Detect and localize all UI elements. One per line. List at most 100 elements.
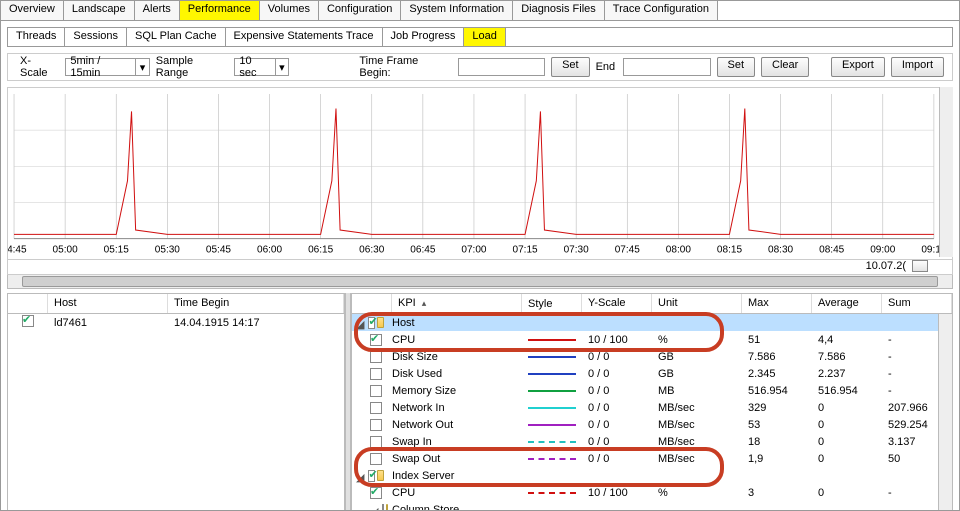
kpi-max: 7.586: [742, 350, 812, 364]
col-unit[interactable]: Unit: [652, 294, 742, 313]
main-tab-configuration[interactable]: Configuration: [319, 1, 401, 20]
sub-tab-sessions[interactable]: Sessions: [65, 28, 127, 46]
kpi-table-header: KPI▴ Style Y-Scale Unit Max Average Sum: [352, 294, 952, 314]
kpi-max: 18: [742, 435, 812, 449]
xscale-value: 5min / 15min: [66, 55, 135, 79]
kpi-unit: %: [652, 333, 742, 347]
host-row-time: 14.04.1915 14:17: [168, 316, 344, 330]
kpi-row[interactable]: Disk Used0 / 0GB2.3452.237-: [352, 365, 952, 382]
main-tab-performance[interactable]: Performance: [180, 1, 260, 20]
kpi-name: CPU: [392, 486, 522, 500]
kpi-row[interactable]: Disk Size0 / 0GB7.5867.586-: [352, 348, 952, 365]
kpi-row[interactable]: CPU10 / 100%514,4-: [352, 331, 952, 348]
svg-text:06:15: 06:15: [308, 245, 334, 256]
kpi-checkbox[interactable]: [370, 419, 382, 431]
kpi-checkbox[interactable]: [370, 351, 382, 363]
kpi-unit: [652, 475, 742, 477]
export-button[interactable]: Export: [831, 57, 885, 77]
clear-button[interactable]: Clear: [761, 57, 809, 77]
kpi-row[interactable]: Swap In0 / 0MB/sec1803.137: [352, 433, 952, 450]
svg-text:08:45: 08:45: [819, 245, 845, 256]
kpi-group-row[interactable]: ◢Index Server: [352, 467, 952, 484]
kpi-row[interactable]: Network In0 / 0MB/sec3290207.966: [352, 399, 952, 416]
kpi-name: Swap Out: [392, 452, 522, 466]
svg-text:05:15: 05:15: [104, 245, 130, 256]
main-tab-diagnosis-files[interactable]: Diagnosis Files: [513, 1, 605, 20]
sub-tab-expensive-statements-trace[interactable]: Expensive Statements Trace: [226, 28, 383, 46]
col-max[interactable]: Max: [742, 294, 812, 313]
svg-text:07:30: 07:30: [564, 245, 590, 256]
kpi-unit: MB/sec: [652, 452, 742, 466]
kpi-checkbox[interactable]: [370, 402, 382, 414]
svg-text:09:00: 09:00: [870, 245, 896, 256]
host-row[interactable]: ld7461 14.04.1915 14:17: [8, 314, 344, 331]
kpi-checkbox[interactable]: [370, 436, 382, 448]
kpi-row[interactable]: CPU10 / 100%30-: [352, 484, 952, 501]
time-frame-end-input[interactable]: [623, 58, 710, 76]
col-host[interactable]: Host: [48, 294, 168, 313]
kpi-checkbox[interactable]: [370, 368, 382, 380]
xscale-dropdown[interactable]: 5min / 15min ▾: [65, 58, 149, 76]
set-end-button[interactable]: Set: [717, 57, 756, 77]
kpi-name: Host: [392, 316, 522, 330]
kpi-name: Column Store: [392, 503, 522, 511]
kpi-row[interactable]: Network Out0 / 0MB/sec530529.254: [352, 416, 952, 433]
kpi-style-swatch: [522, 322, 582, 324]
main-tab-system-information[interactable]: System Information: [401, 1, 513, 20]
kpi-checkbox[interactable]: [370, 385, 382, 397]
svg-text:08:15: 08:15: [717, 245, 743, 256]
kpi-average: 0: [812, 452, 882, 466]
kpi-style-swatch: [522, 457, 582, 461]
sub-tab-threads[interactable]: Threads: [8, 28, 65, 46]
col-yscale[interactable]: Y-Scale: [582, 294, 652, 313]
kpi-yscale: 0 / 0: [582, 367, 652, 381]
kpi-checkbox[interactable]: [370, 487, 382, 499]
kpi-checkbox[interactable]: [368, 317, 374, 329]
main-tab-trace-configuration[interactable]: Trace Configuration: [605, 1, 718, 20]
col-sum[interactable]: Sum: [882, 294, 952, 313]
kpi-table-pane: KPI▴ Style Y-Scale Unit Max Average Sum …: [351, 293, 953, 511]
svg-text:05:45: 05:45: [206, 245, 232, 256]
col-style[interactable]: Style: [522, 294, 582, 313]
kpi-group-row[interactable]: ◢ Host: [352, 314, 952, 331]
kpi-max: 53: [742, 418, 812, 432]
chart-options-button[interactable]: [912, 260, 928, 272]
svg-text:07:00: 07:00: [461, 245, 487, 256]
main-tab-alerts[interactable]: Alerts: [135, 1, 180, 20]
kpi-row[interactable]: Swap Out0 / 0MB/sec1,9050: [352, 450, 952, 467]
col-kpi[interactable]: KPI▴: [392, 294, 522, 313]
time-frame-begin-input[interactable]: [458, 58, 545, 76]
col-time-begin[interactable]: Time Begin: [168, 294, 344, 313]
set-begin-button[interactable]: Set: [551, 57, 590, 77]
host-row-checkbox[interactable]: [22, 315, 34, 327]
chart-vertical-scrollbar[interactable]: [939, 87, 953, 257]
col-average[interactable]: Average: [812, 294, 882, 313]
kpi-checkbox[interactable]: [368, 470, 374, 482]
kpi-vertical-scrollbar[interactable]: [938, 314, 952, 510]
main-tab-volumes[interactable]: Volumes: [260, 1, 319, 20]
kpi-name: CPU: [392, 333, 522, 347]
sub-tab-load[interactable]: Load: [464, 28, 505, 46]
svg-text:05:30: 05:30: [155, 245, 181, 256]
kpi-checkbox[interactable]: [370, 334, 382, 346]
chart-horizontal-scrollbar[interactable]: [7, 275, 953, 289]
import-button[interactable]: Import: [891, 57, 944, 77]
kpi-unit: %: [652, 486, 742, 500]
kpi-group-row[interactable]: ◢Column Store: [352, 501, 952, 510]
sub-tab-job-progress[interactable]: Job Progress: [383, 28, 465, 46]
sub-tab-sql-plan-cache[interactable]: SQL Plan Cache: [127, 28, 226, 46]
kpi-unit: GB: [652, 350, 742, 364]
main-tab-landscape[interactable]: Landscape: [64, 1, 135, 20]
host-list-header: Host Time Begin: [8, 294, 344, 314]
kpi-max: [742, 322, 812, 324]
main-tab-overview[interactable]: Overview: [1, 1, 64, 20]
collapse-icon[interactable]: ◢: [356, 318, 364, 328]
kpi-style-swatch: [522, 475, 582, 477]
sample-range-dropdown[interactable]: 10 sec ▾: [234, 58, 289, 76]
sample-range-value: 10 sec: [235, 55, 274, 79]
kpi-row[interactable]: Memory Size0 / 0MB516.954516.954-: [352, 382, 952, 399]
collapse-icon[interactable]: ◢: [356, 471, 364, 481]
kpi-unit: MB: [652, 384, 742, 398]
kpi-average: 516.954: [812, 384, 882, 398]
kpi-checkbox[interactable]: [370, 453, 382, 465]
